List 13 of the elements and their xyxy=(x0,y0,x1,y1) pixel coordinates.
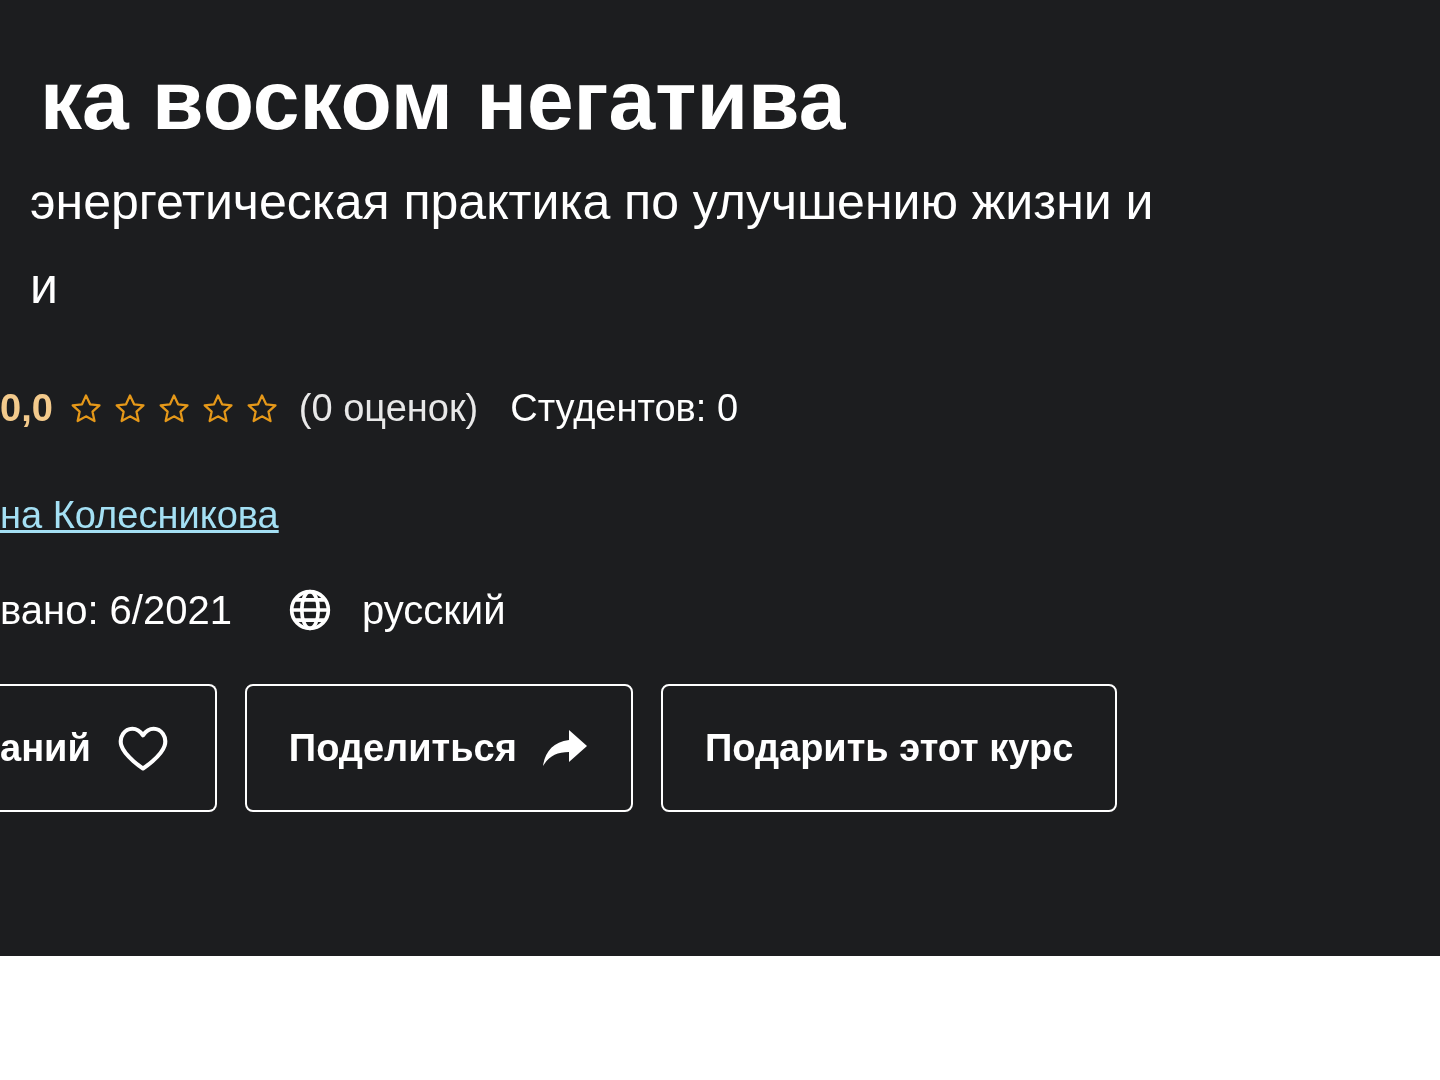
wishlist-button[interactable]: аний xyxy=(0,684,217,812)
share-button[interactable]: Поделиться xyxy=(244,684,633,812)
students-count: Студентов: 0 xyxy=(510,386,739,431)
ratings-count: (0 оценок) xyxy=(298,386,479,431)
author-link[interactable]: на Колесникова xyxy=(0,494,279,536)
share-arrow-icon xyxy=(540,728,589,768)
course-title: ка воском негатива xyxy=(40,58,847,142)
globe-icon xyxy=(287,588,332,632)
created-date: вано: 6/2021 xyxy=(0,587,232,634)
gift-button[interactable]: Подарить этот курс xyxy=(660,684,1118,812)
language-label: русский xyxy=(361,587,506,634)
course-subtitle: энергетическая практика по улучшению жизни и и xyxy=(29,173,1155,316)
rating-value: 0,0 xyxy=(0,386,53,431)
